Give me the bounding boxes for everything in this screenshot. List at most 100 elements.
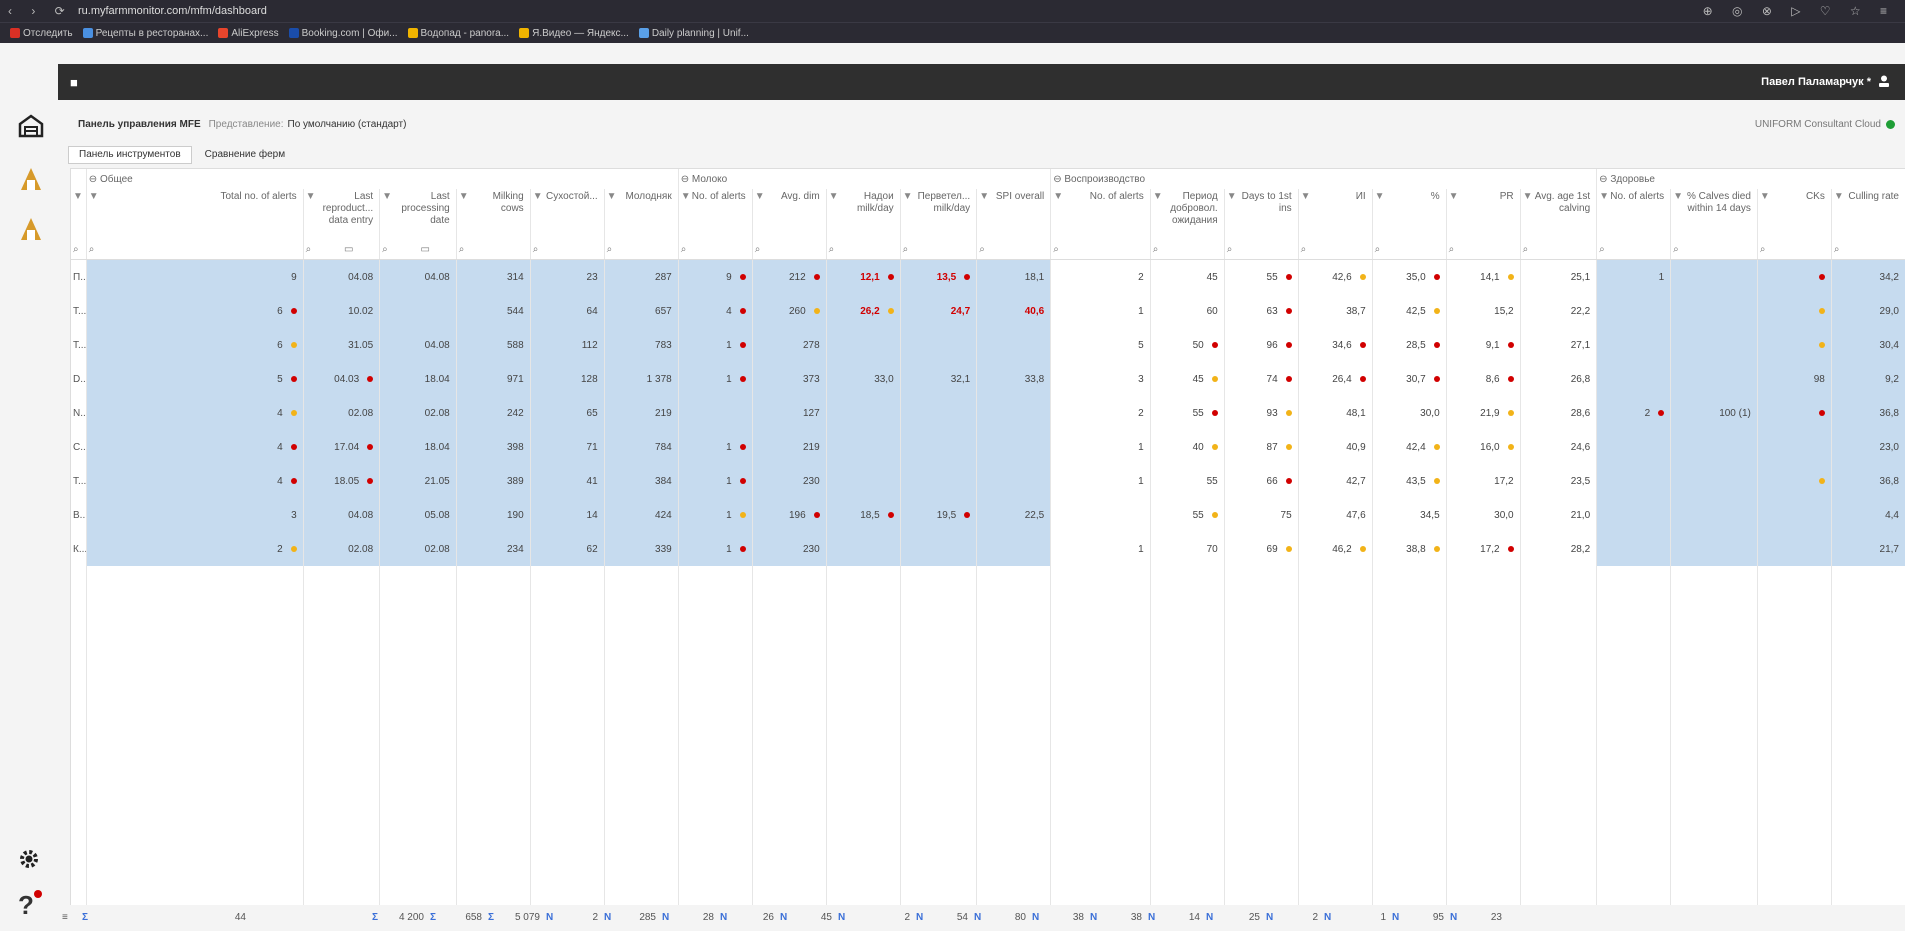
table-cell[interactable]: 278 (752, 328, 827, 362)
table-cell[interactable]: 4,4 (1831, 498, 1905, 532)
table-cell[interactable]: 196 (752, 498, 827, 532)
table-cell[interactable]: 1 (1050, 532, 1151, 566)
collapse-icon[interactable]: ⊖ (1053, 174, 1064, 185)
table-cell[interactable]: 339 (604, 532, 679, 566)
table-cell[interactable]: 48,1 (1298, 396, 1373, 430)
filter-icon[interactable]: ▼ (89, 191, 99, 203)
table-cell[interactable]: 783 (604, 328, 679, 362)
table-cell[interactable]: 100 (1) (1670, 396, 1758, 430)
column-filter-cell[interactable]: ⌕ (678, 239, 753, 260)
filter-icon[interactable]: ▼ (1301, 191, 1311, 203)
search-icon[interactable]: ⌕ (1523, 244, 1529, 255)
table-cell[interactable]: 4 (86, 430, 304, 464)
table-cell[interactable]: 02.08 (379, 532, 457, 566)
table-cell[interactable]: 389 (456, 464, 531, 498)
column-filter-cell[interactable]: ⌕ (1050, 239, 1151, 260)
footer-aggregate[interactable]: Σ 4 200 (372, 912, 424, 923)
footer-aggregate[interactable]: N 14 (1148, 912, 1200, 923)
table-cell[interactable]: 314 (456, 259, 531, 294)
table-cell[interactable]: 12,1 (826, 259, 901, 294)
table-cell[interactable]: 16,0 (1446, 430, 1521, 464)
search-icon[interactable]: ⌕ (89, 244, 95, 255)
table-cell[interactable] (1670, 430, 1758, 464)
footer-aggregate[interactable]: N 95 (1392, 912, 1444, 923)
table-cell[interactable]: 22,2 (1520, 294, 1598, 328)
table-cell[interactable]: 35,0 (1372, 259, 1447, 294)
column-filter-cell[interactable]: ⌕ (1520, 239, 1598, 260)
table-cell[interactable] (826, 396, 901, 430)
table-cell[interactable]: 04.08 (379, 259, 457, 294)
column-group-header[interactable]: ⊖ Воспроизводство (1050, 169, 1598, 189)
table-cell[interactable]: 13,5 (900, 259, 978, 294)
table-cell[interactable]: 212 (752, 259, 827, 294)
search-icon[interactable]: ⌕ (1673, 244, 1679, 255)
table-cell[interactable] (1670, 259, 1758, 294)
table-cell[interactable]: 43,5 (1372, 464, 1447, 498)
table-cell[interactable]: 36,8 (1831, 396, 1905, 430)
filter-icon[interactable]: ▼ (73, 191, 83, 202)
footer-aggregate[interactable]: N 45 (780, 912, 832, 923)
table-cell[interactable]: 1 (678, 430, 753, 464)
search-icon[interactable]: ⌕ (306, 244, 312, 255)
table-cell[interactable]: 1 (678, 464, 753, 498)
filter-icon[interactable]: ▼ (1760, 191, 1770, 203)
filter-icon[interactable]: ▼ (903, 191, 913, 215)
table-cell[interactable]: 384 (604, 464, 679, 498)
table-cell[interactable]: 74 (1224, 362, 1299, 396)
column-filter-cell[interactable]: ⌕ (1150, 239, 1225, 260)
search-icon[interactable]: ⌕ (1301, 244, 1307, 255)
farm-name-cell[interactable]: Т... ... М... (71, 294, 87, 328)
calendar-icon[interactable]: ▭ (341, 244, 353, 255)
table-cell[interactable]: 47,6 (1298, 498, 1373, 532)
table-cell[interactable] (1596, 294, 1672, 328)
filter-icon[interactable]: ▼ (1375, 191, 1385, 203)
table-cell[interactable]: 1 (1050, 464, 1151, 498)
farm-name-cell[interactable]: К... (71, 532, 87, 566)
search-icon[interactable]: ⌕ (1053, 244, 1059, 255)
table-cell[interactable]: 32,1 (900, 362, 978, 396)
column-filter-cell[interactable]: ⌕ (1831, 239, 1905, 260)
table-cell[interactable]: 784 (604, 430, 679, 464)
table-cell[interactable]: 02.08 (303, 532, 381, 566)
column-header[interactable]: ▼ Период добровол. ожидания (1150, 189, 1225, 239)
table-cell[interactable]: 42,4 (1372, 430, 1447, 464)
table-cell[interactable] (1670, 532, 1758, 566)
table-cell[interactable]: 55 (1150, 498, 1225, 532)
table-cell[interactable]: 18.04 (379, 362, 457, 396)
column-header[interactable]: ▼ Сухостой... (530, 189, 605, 239)
table-cell[interactable]: 6 (86, 294, 304, 328)
table-cell[interactable]: 21.05 (379, 464, 457, 498)
table-cell[interactable]: 22,5 (976, 498, 1052, 532)
table-cell[interactable]: 02.08 (379, 396, 457, 430)
column-filter-cell[interactable]: ⌕ ▭ (379, 239, 457, 260)
filter-icon[interactable]: ▼ (607, 191, 617, 203)
column-filter-cell[interactable]: ⌕ (1298, 239, 1373, 260)
table-cell[interactable]: 260 (752, 294, 827, 328)
table-cell[interactable] (1757, 328, 1832, 362)
column-filter-cell[interactable]: ⌕ (1670, 239, 1758, 260)
table-cell[interactable]: 40,6 (976, 294, 1052, 328)
table-cell[interactable]: 128 (530, 362, 605, 396)
table-row[interactable]: Т... ... М... 6 10.02 544 64 657 4 260 26,2 24,7 4… (71, 294, 1905, 328)
footer-aggregate[interactable]: N 25 (1206, 912, 1260, 923)
collapse-icon[interactable]: ⊖ (89, 174, 100, 185)
table-cell[interactable]: 2 (1596, 396, 1672, 430)
table-cell[interactable]: 2 (86, 532, 304, 566)
table-cell[interactable]: 588 (456, 328, 531, 362)
bookmark-item[interactable]: AliExpress (218, 28, 279, 39)
table-cell[interactable]: 27,1 (1520, 328, 1598, 362)
bookmark-item[interactable]: Отследить (10, 28, 73, 39)
table-cell[interactable] (826, 532, 901, 566)
table-cell[interactable]: 1 (1050, 430, 1151, 464)
table-cell[interactable]: 38,7 (1298, 294, 1373, 328)
footer-aggregate[interactable]: N2 (1266, 912, 1318, 923)
search-icon[interactable]: ⌕ (829, 244, 835, 255)
table-cell[interactable] (976, 430, 1052, 464)
bookmark-icon[interactable]: ■ (70, 75, 78, 90)
view-selector[interactable]: По умолчанию (стандарт) (288, 119, 407, 130)
table-cell[interactable]: 9 (678, 259, 753, 294)
table-cell[interactable]: 30,0 (1372, 396, 1447, 430)
table-cell[interactable] (826, 328, 901, 362)
column-group-header[interactable]: ⊖ Здоровье (1596, 169, 1905, 189)
column-header[interactable]: ▼% (1372, 189, 1447, 239)
